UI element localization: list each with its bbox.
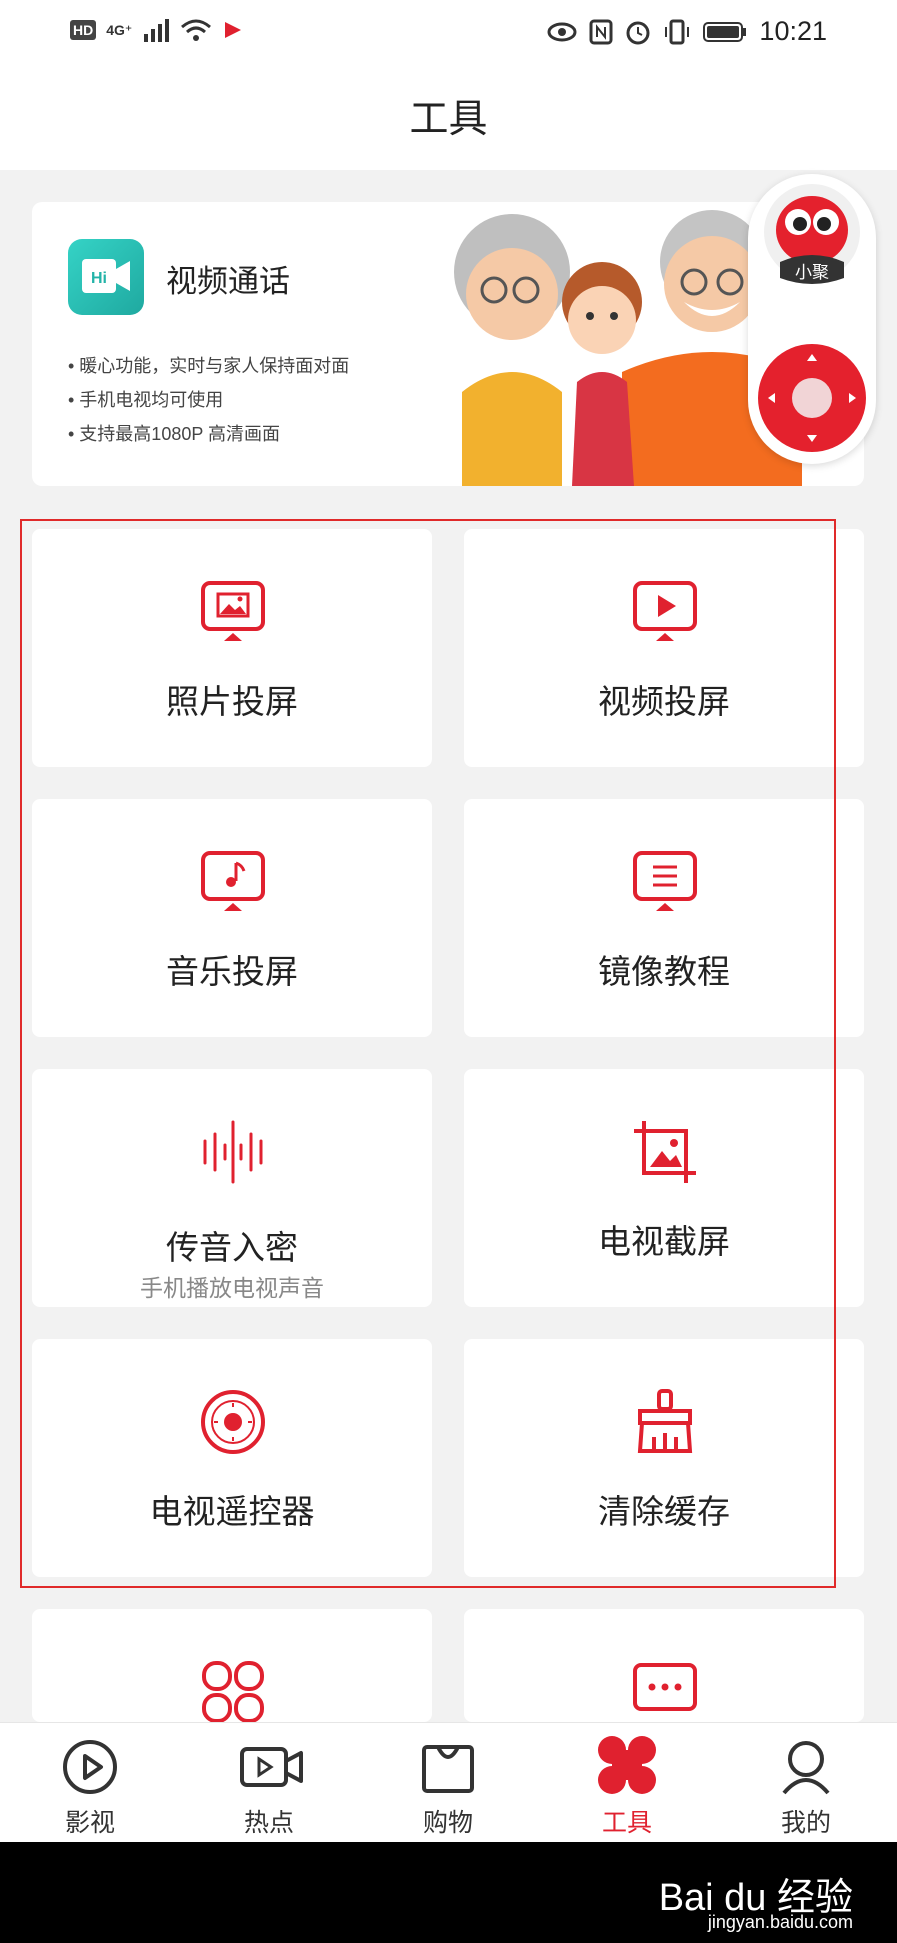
tool-label: 传音入密 [166,1229,298,1266]
nav-item-tools[interactable]: 工具 [567,1723,687,1843]
remote-dpad-icon[interactable] [756,342,868,454]
hi-logo-text: Hi [91,270,107,287]
alarm-icon [626,21,650,44]
play-circle-icon [63,1740,117,1794]
header: 工具 [0,70,897,170]
photo-cast-icon [201,581,265,641]
nav-item-shopping[interactable]: 购物 [388,1723,508,1843]
banner-feature: • 手机电视均可使用 [68,390,224,410]
feedback-card[interactable] [464,1609,864,1722]
nfc-icon [589,19,613,44]
video-camera-icon [240,1747,303,1787]
more-apps-card[interactable] [32,1609,432,1723]
message-icon [633,1663,697,1711]
app-notification-icon [225,22,242,38]
tv-screenshot-card[interactable]: 电视截屏 [464,1069,864,1307]
tool-label: 电视截屏 [598,1223,730,1260]
tool-label: 清除缓存 [598,1493,730,1530]
mascot-label: 小聚 [795,263,829,282]
vibrate-icon [665,19,690,44]
sound-transfer-card[interactable]: 传音入密 手机播放电视声音 [32,1069,432,1307]
floating-widget: 小聚 [748,174,876,464]
nav-item-hot[interactable]: 热点 [209,1723,329,1843]
nav-item-profile[interactable]: 我的 [746,1723,866,1843]
status-bar: HD 4G⁺ 10:21 [0,0,897,70]
nav-label: 影视 [64,1809,115,1837]
tool-label: 视频投屏 [598,683,730,720]
mascot-icon[interactable]: 小聚 [762,182,862,290]
nav-label: 热点 [243,1809,294,1837]
mirror-tutorial-card[interactable]: 镜像教程 [464,799,864,1037]
watermark-bar: Bai du 经验 jingyan.baidu.com [0,1842,897,1943]
nav-label: 购物 [422,1809,473,1837]
music-cast-icon [201,851,265,911]
shopping-bag-icon [422,1745,474,1793]
tool-label: 电视遥控器 [149,1493,315,1530]
remote-control-icon [201,1390,265,1454]
broom-icon [637,1389,693,1453]
tool-sublabel: 手机播放电视声音 [140,1275,324,1301]
banner-feature: • 暖心功能，实时与家人保持面对面 [68,356,350,376]
tutorial-icon [633,851,697,911]
page-title: 工具 [409,98,488,141]
wifi-icon [181,19,212,41]
video-cast-icon [633,581,697,641]
watermark-url: jingyan.baidu.com [707,1912,853,1932]
tool-label: 音乐投屏 [166,953,298,990]
nav-label: 工具 [601,1809,652,1837]
bottom-nav: 影视 热点 购物 工具 我的 [0,1722,897,1843]
four-leaf-icon [598,1736,656,1794]
tv-remote-card[interactable]: 电视遥控器 [32,1339,432,1577]
video-call-banner[interactable]: Hi 视频通话 • 暖心功能，实时与家人保持面对面 • 手机电视均可使用 • 支… [32,202,864,486]
nav-label: 我的 [780,1809,831,1837]
screenshot-crop-icon [634,1121,696,1183]
photo-cast-card[interactable]: 照片投屏 [32,529,432,767]
nav-item-movies[interactable]: 影视 [30,1723,150,1843]
sound-wave-icon [203,1120,263,1184]
tool-label: 照片投屏 [166,683,298,720]
tool-label: 镜像教程 [598,953,730,990]
status-time: 10:21 [759,16,827,46]
signal-icon [144,19,170,42]
network-label: 4G⁺ [106,21,133,38]
banner-feature: • 支持最高1080P 高清画面 [68,424,281,444]
video-cast-card[interactable]: 视频投屏 [464,529,864,767]
hi-video-logo: Hi [68,239,144,315]
clover-icon [202,1661,264,1723]
music-cast-card[interactable]: 音乐投屏 [32,799,432,1037]
hd-badge: HD [70,20,97,40]
battery-icon [703,21,747,42]
clear-cache-card[interactable]: 清除缓存 [464,1339,864,1577]
eye-icon [547,22,577,41]
person-icon [782,1741,830,1795]
banner-title: 视频通话 [166,264,290,299]
